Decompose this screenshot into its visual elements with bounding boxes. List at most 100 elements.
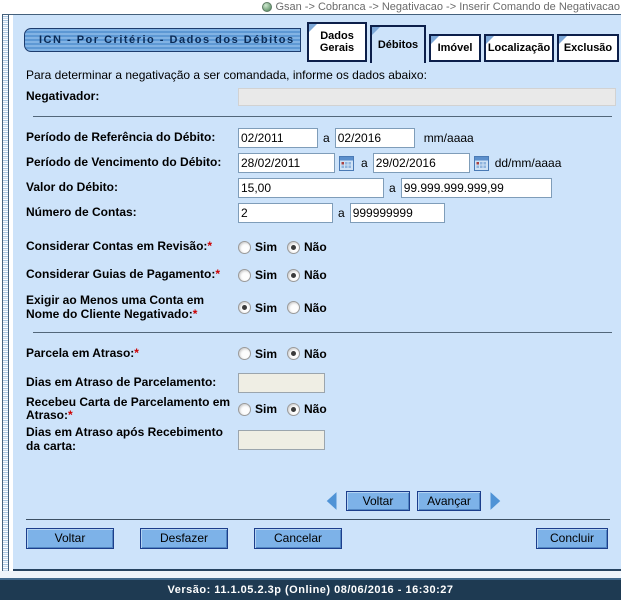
tab-bar: Dados Gerais Débitos Imóvel Localização …: [307, 22, 619, 62]
version-text: Versão: 11.1.05.2.3p (Online) 08/06/2016…: [168, 584, 454, 596]
breadcrumb-bar: Gsan -> Cobranca -> Negativacao -> Inser…: [0, 0, 621, 14]
radio-option-sim[interactable]: Sim: [238, 268, 277, 282]
divider: [26, 519, 610, 520]
tab-localizacao[interactable]: Localização: [484, 34, 554, 62]
radio-option-nao[interactable]: Não: [287, 347, 327, 361]
parcela-radio-group: Sim Não: [238, 347, 327, 361]
radio-label: Não: [304, 347, 327, 361]
radio-button[interactable]: [238, 403, 251, 416]
required-asterisk: *: [215, 267, 220, 281]
contas-inicial-input[interactable]: [238, 203, 333, 223]
dias-carta-label: Dias em Atraso após Recebimento da carta…: [26, 426, 238, 454]
carta-row: Recebeu Carta de Parcelamento em Atraso:…: [13, 396, 621, 424]
radio-button[interactable]: [238, 347, 251, 360]
radio-option-sim[interactable]: Sim: [238, 402, 277, 416]
radio-label: Sim: [255, 402, 277, 416]
carta-label: Recebeu Carta de Parcelamento em Atraso:…: [26, 396, 238, 424]
dias-parcelamento-row: Dias em Atraso de Parcelamento:: [13, 373, 621, 393]
required-asterisk: *: [193, 307, 198, 321]
panel-header: ICN - Por Critério - Dados dos Débitos D…: [13, 15, 621, 62]
parcela-label: Parcela em Atraso:*: [26, 347, 238, 361]
wizard-voltar-button[interactable]: Voltar: [346, 491, 410, 511]
footer-gap: [0, 571, 621, 578]
referencia-label: Período de Referência do Débito:: [26, 131, 238, 145]
valor-final-input[interactable]: [401, 178, 552, 198]
exigir-radio-group: Sim Não: [238, 301, 327, 315]
radio-option-sim[interactable]: Sim: [238, 301, 277, 315]
radio-button[interactable]: [287, 301, 300, 314]
radio-button[interactable]: [238, 301, 251, 314]
vencimento-format-hint: dd/mm/aaaa: [495, 156, 562, 170]
referencia-final-input[interactable]: [335, 128, 415, 148]
revisao-label: Considerar Contas em Revisão:*: [26, 240, 238, 254]
valor-label: Valor do Débito:: [26, 181, 238, 195]
negativador-input: [238, 88, 616, 106]
tab-dados-gerais[interactable]: Dados Gerais: [307, 22, 367, 62]
valor-row: Valor do Débito: a: [13, 178, 621, 198]
range-separator: a: [323, 131, 330, 145]
radio-label: Não: [304, 402, 327, 416]
radio-label: Não: [304, 240, 327, 254]
radio-button[interactable]: [287, 269, 300, 282]
contas-final-input[interactable]: [350, 203, 445, 223]
vencimento-final-input[interactable]: [373, 153, 470, 173]
radio-button[interactable]: [287, 403, 300, 416]
voltar-button[interactable]: Voltar: [26, 528, 114, 549]
form-panel: ICN - Por Critério - Dados dos Débitos D…: [13, 15, 621, 571]
carta-radio-group: Sim Não: [238, 402, 327, 416]
window-frame: ICN - Por Critério - Dados dos Débitos D…: [2, 14, 621, 571]
cancelar-button[interactable]: Cancelar: [254, 528, 342, 549]
dias-carta-row: Dias em Atraso após Recebimento da carta…: [13, 426, 621, 454]
vencimento-inicial-input[interactable]: [238, 153, 335, 173]
arrow-left-icon[interactable]: [324, 490, 339, 512]
calendar-icon[interactable]: [474, 156, 489, 171]
radio-button[interactable]: [287, 241, 300, 254]
referencia-row: Período de Referência do Débito: a mm/aa…: [13, 128, 621, 148]
vencimento-label: Período de Vencimento do Débito:: [26, 156, 238, 170]
radio-label: Não: [304, 301, 327, 315]
radio-option-nao[interactable]: Não: [287, 301, 327, 315]
desfazer-button[interactable]: Desfazer: [140, 528, 228, 549]
gsan-window: Gsan -> Cobranca -> Negativacao -> Inser…: [0, 0, 621, 600]
arrow-right-icon[interactable]: [488, 490, 503, 512]
wizard-nav: Voltar Avançar: [13, 490, 503, 512]
referencia-format-hint: mm/aaaa: [424, 131, 474, 145]
radio-button[interactable]: [238, 241, 251, 254]
calendar-icon[interactable]: [339, 156, 354, 171]
valor-inicial-input[interactable]: [238, 178, 384, 198]
radio-label: Sim: [255, 347, 277, 361]
radio-option-sim[interactable]: Sim: [238, 240, 277, 254]
help-icon[interactable]: [262, 2, 272, 12]
radio-button[interactable]: [238, 269, 251, 282]
negativador-row: Negativador:: [13, 88, 621, 106]
guias-label: Considerar Guias de Pagamento:*: [26, 268, 238, 282]
action-buttons: Voltar Desfazer Cancelar Concluir: [13, 528, 621, 549]
referencia-inicial-input[interactable]: [238, 128, 318, 148]
parcela-row: Parcela em Atraso:* Sim Não: [13, 347, 621, 361]
dias-parcelamento-input: [238, 373, 325, 393]
range-separator: a: [361, 156, 368, 170]
vencimento-row: Período de Vencimento do Débito: a: [13, 153, 621, 173]
required-asterisk: *: [134, 346, 139, 360]
wizard-avancar-button[interactable]: Avançar: [417, 491, 481, 511]
radio-option-nao[interactable]: Não: [287, 240, 327, 254]
radio-option-sim[interactable]: Sim: [238, 347, 277, 361]
tab-debitos[interactable]: Débitos: [370, 25, 426, 63]
contas-label: Número de Contas:: [26, 206, 238, 220]
radio-label: Sim: [255, 268, 277, 282]
radio-label: Sim: [255, 240, 277, 254]
divider: [33, 116, 612, 117]
radio-button[interactable]: [287, 347, 300, 360]
radio-label: Sim: [255, 301, 277, 315]
tab-imovel[interactable]: Imóvel: [429, 34, 481, 62]
contas-row: Número de Contas: a: [13, 203, 621, 223]
radio-option-nao[interactable]: Não: [287, 268, 327, 282]
concluir-button[interactable]: Concluir: [536, 528, 608, 549]
version-bar: Versão: 11.1.05.2.3p (Online) 08/06/2016…: [0, 578, 621, 600]
left-rail-decoration: [2, 15, 9, 571]
radio-option-nao[interactable]: Não: [287, 402, 327, 416]
tab-exclusao[interactable]: Exclusão: [557, 34, 619, 62]
revisao-radio-group: Sim Não: [238, 240, 327, 254]
required-asterisk: *: [68, 408, 73, 422]
dias-carta-input: [238, 430, 325, 450]
